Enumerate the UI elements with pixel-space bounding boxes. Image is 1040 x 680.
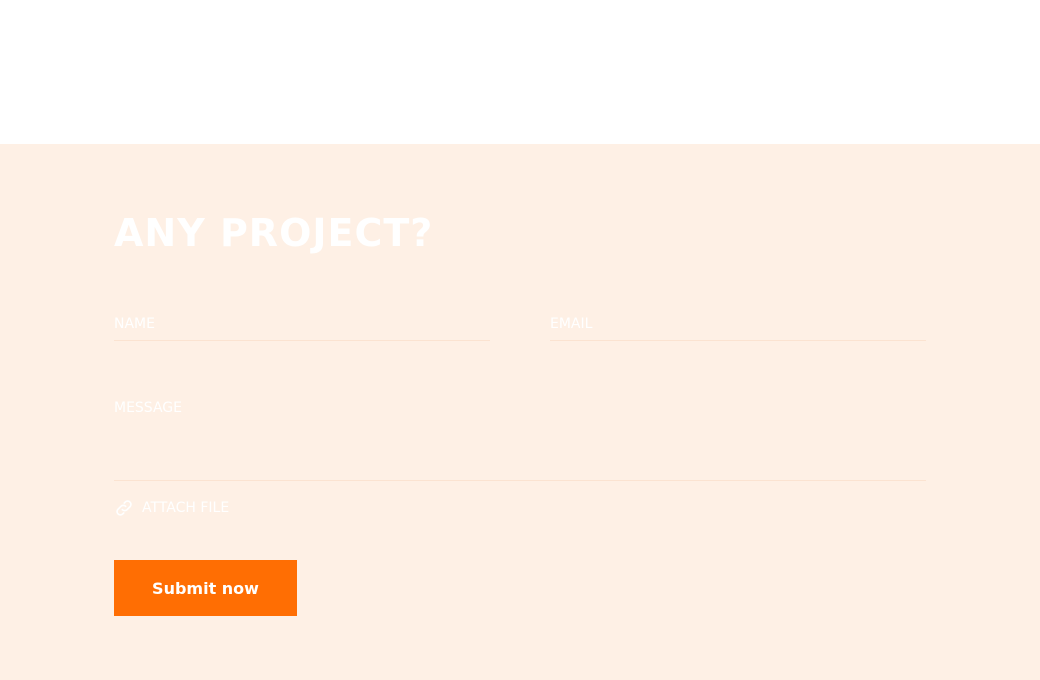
attach-file-label: ATTACH FILE [142, 500, 230, 516]
name-input[interactable] [114, 306, 490, 340]
top-blank-area [0, 0, 1040, 144]
section-heading: ANY PROJECT? [114, 211, 434, 255]
message-textarea[interactable] [114, 396, 926, 480]
email-field-wrapper [550, 306, 926, 341]
email-input[interactable] [550, 306, 926, 340]
attach-file-button[interactable]: ATTACH FILE [114, 496, 229, 520]
submit-button[interactable]: Submit now [114, 560, 297, 616]
message-field-wrapper [114, 396, 926, 481]
paperclip-icon [114, 498, 134, 518]
name-field-wrapper [114, 306, 490, 341]
